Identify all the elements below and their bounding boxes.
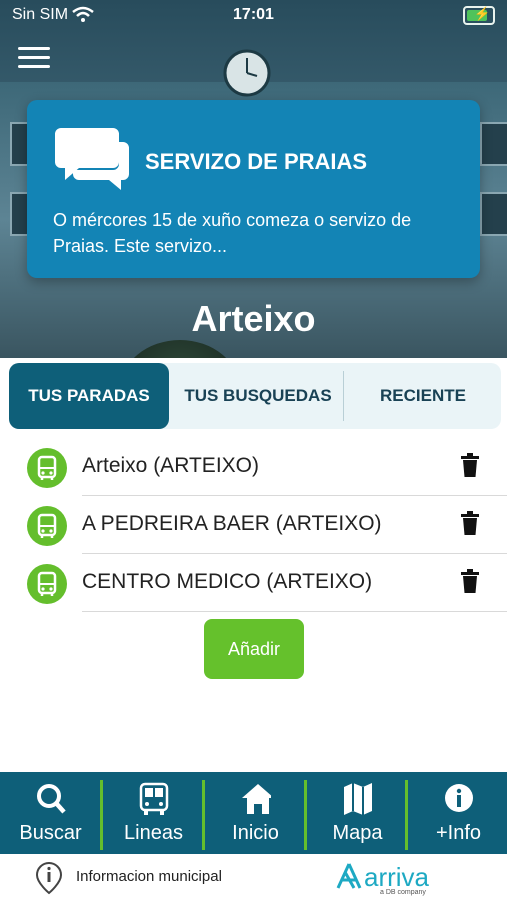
search-icon [37, 784, 66, 814]
arteixo-logo: Arteixo [191, 298, 316, 339]
nav-label: Lineas [124, 822, 183, 844]
charging-icon: ⚡ [474, 6, 491, 21]
stop-name: A PEDREIRA BAER (ARTEIXO) [82, 512, 382, 535]
chat-bubbles-icon [55, 128, 129, 190]
battery-icon: ⚡ [463, 6, 495, 25]
footer-bar: Informacion municipal arriva a DB compan… [0, 854, 507, 900]
clock-icon [223, 49, 271, 97]
bottom-navigation: Buscar Lineas Inicio Mapa +Info [0, 772, 507, 854]
info-pin-icon[interactable] [34, 861, 64, 895]
trash-icon[interactable] [459, 510, 481, 536]
map-icon [344, 783, 372, 815]
clock-time: 17:01 [233, 6, 274, 23]
arriva-tagline: a DB company [380, 889, 426, 896]
trash-icon[interactable] [459, 568, 481, 594]
bus-icon [139, 782, 169, 815]
news-excerpt: O mércores 15 de xuño comeza o servizo d… [53, 210, 412, 256]
municipal-info-link[interactable]: Informacion municipal [76, 868, 222, 885]
stop-name: Arteixo (ARTEIXO) [82, 454, 259, 477]
nav-mapa[interactable]: Mapa [307, 772, 408, 854]
bus-stop-icon [27, 506, 67, 546]
nav-lineas[interactable]: Lineas [103, 772, 204, 854]
status-bar: Sin SIM 17:01 ⚡ [0, 0, 507, 30]
add-stop-button[interactable]: Añadir [204, 619, 304, 679]
news-title: SERVIZO DE PRAIAS [145, 149, 368, 174]
nav-buscar[interactable]: Buscar [0, 772, 101, 854]
bus-stop-icon [27, 448, 67, 488]
list-item[interactable]: Arteixo (ARTEIXO) [0, 438, 507, 496]
news-card[interactable]: SERVIZO DE PRAIAS O mércores 15 de xuño … [27, 100, 480, 278]
tab-bar: TUS PARADAS TUS BUSQUEDAS RECIENTE [9, 363, 501, 429]
nav-label: Inicio [232, 822, 279, 844]
nav-label: Mapa [332, 822, 383, 844]
nav-info[interactable]: +Info [408, 772, 507, 854]
info-icon [445, 784, 473, 812]
tab-tus-busquedas[interactable]: TUS BUSQUEDAS [177, 363, 339, 429]
tab-reciente[interactable]: RECIENTE [345, 363, 501, 429]
nav-label: Buscar [19, 822, 82, 844]
trash-icon[interactable] [459, 452, 481, 478]
hamburger-menu-button[interactable] [18, 47, 50, 68]
arriva-logo-icon [336, 863, 362, 889]
stop-name: CENTRO MEDICO (ARTEIXO) [82, 570, 373, 593]
home-icon [242, 784, 271, 814]
tab-tus-paradas[interactable]: TUS PARADAS [9, 363, 169, 429]
list-item[interactable]: A PEDREIRA BAER (ARTEIXO) [0, 496, 507, 554]
list-item[interactable]: CENTRO MEDICO (ARTEIXO) [0, 554, 507, 612]
nav-inicio[interactable]: Inicio [205, 772, 306, 854]
nav-label: +Info [435, 822, 482, 844]
bus-stop-icon [27, 564, 67, 604]
